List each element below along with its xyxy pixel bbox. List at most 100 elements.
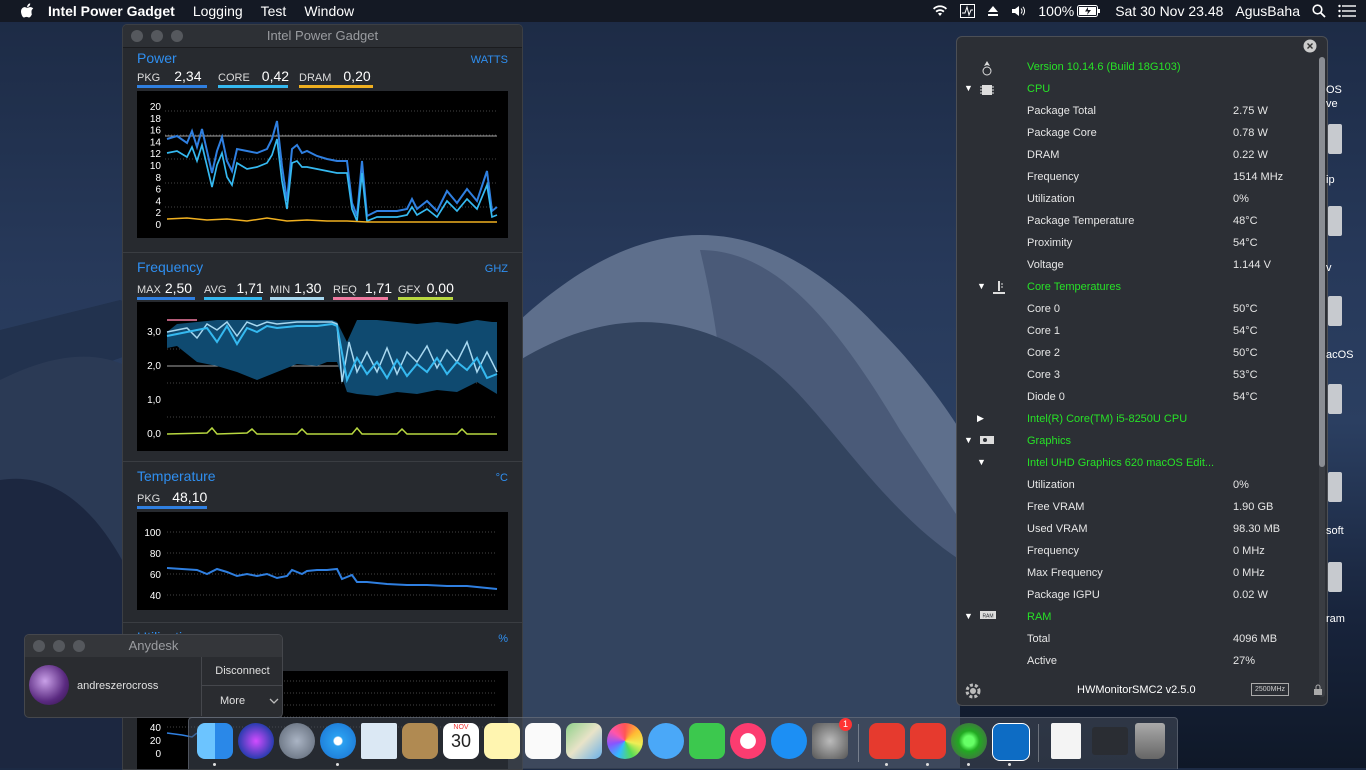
metric-gfx: GFX 0,00 <box>398 280 454 300</box>
disclosure-open-icon[interactable]: ▼ <box>977 281 986 291</box>
sensor-row: Max Frequency 0 MHz <box>957 563 1317 585</box>
sensor-label: CPU <box>1027 83 1051 95</box>
safari-icon[interactable] <box>320 723 356 759</box>
spotlight-search-icon[interactable] <box>1312 4 1326 18</box>
sensor-label: Core 2 <box>1027 347 1061 359</box>
running-indicator <box>967 763 970 766</box>
sensor-label: Free VRAM <box>1027 501 1085 513</box>
minimize-button[interactable] <box>151 30 163 42</box>
anydesk-icon[interactable] <box>869 723 905 759</box>
close-button[interactable] <box>33 640 45 652</box>
footer-label: HWMonitorSMC2 v2.5.0 <box>1077 684 1196 696</box>
disclosure-closed-icon[interactable]: ▶ <box>977 413 984 424</box>
notes-icon[interactable] <box>484 723 520 759</box>
power-graph: 20181614121086420 <box>137 91 508 238</box>
ram-icon: RAM <box>979 610 997 623</box>
disclosure-open-icon[interactable]: ▼ <box>964 611 973 621</box>
minimize-button[interactable] <box>53 640 65 652</box>
mail-icon[interactable] <box>361 723 397 759</box>
messages-icon[interactable] <box>648 723 684 759</box>
launchpad-icon[interactable] <box>279 723 315 759</box>
anydesk-titlebar[interactable]: Anydesk <box>25 635 282 657</box>
reminders-icon[interactable] <box>525 723 561 759</box>
sensor-value: 4096 MB <box>1233 633 1278 645</box>
activity-monitor-icon[interactable] <box>960 4 976 18</box>
anydesk-window: Anydesk andreszerocross Disconnect More <box>24 634 283 718</box>
sensor-group-row[interactable]: ▼ Core Temperatures <box>957 277 1317 299</box>
close-icon[interactable] <box>1303 39 1317 53</box>
disclosure-open-icon[interactable]: ▼ <box>964 435 973 445</box>
sensor-value: 0% <box>1233 193 1249 205</box>
document-icon[interactable] <box>1051 723 1081 759</box>
trash-icon[interactable] <box>1135 723 1165 759</box>
disclosure-open-icon[interactable]: ▼ <box>977 457 986 467</box>
close-button[interactable] <box>131 30 143 42</box>
wifi-icon[interactable] <box>932 5 948 17</box>
menu-clock[interactable]: Sat 30 Nov 23.48 <box>1115 3 1223 19</box>
contacts-icon[interactable] <box>402 723 438 759</box>
sensor-group-row[interactable]: ▼ Graphics <box>957 431 1317 453</box>
lock-icon[interactable] <box>1313 684 1323 696</box>
sensor-group-row[interactable]: ▼ RAM RAM <box>957 607 1317 629</box>
sensor-label: Frequency <box>1027 171 1079 183</box>
sensor-value: 50°C <box>1233 303 1258 315</box>
battery-percent[interactable]: 100% <box>1038 3 1074 19</box>
menu-logging[interactable]: Logging <box>193 3 243 19</box>
terminal-icon[interactable] <box>1092 727 1128 755</box>
app-store-icon[interactable] <box>771 723 807 759</box>
drive-icon[interactable] <box>1328 562 1342 592</box>
desktop-label: ram <box>1326 613 1345 625</box>
sensor-row: Package IGPU 0.02 W <box>957 585 1317 607</box>
zoom-button[interactable] <box>171 30 183 42</box>
window-titlebar[interactable]: Intel Power Gadget <box>123 25 522 48</box>
disconnect-button[interactable]: Disconnect <box>201 657 282 686</box>
desktop-label: ip <box>1326 174 1335 186</box>
drive-icon[interactable] <box>1328 384 1342 414</box>
sensor-value: 53°C <box>1233 369 1258 381</box>
facetime-icon[interactable] <box>689 723 725 759</box>
anydesk-2-icon[interactable] <box>910 723 946 759</box>
sensor-group-row[interactable]: ▼ Intel UHD Graphics 620 macOS Edit... <box>957 453 1317 475</box>
apple-icon[interactable] <box>20 3 34 19</box>
maps-icon[interactable] <box>566 723 602 759</box>
intel-power-gadget-icon[interactable] <box>992 723 1030 761</box>
y-tick-label: 2 <box>155 208 161 219</box>
sensor-group-row[interactable]: ▶ Intel(R) Core(TM) i5-8250U CPU <box>957 409 1317 431</box>
scrollbar[interactable] <box>1319 57 1325 697</box>
volume-icon[interactable] <box>1011 5 1026 17</box>
y-tick-label: 10 <box>150 161 162 172</box>
y-tick-label: 80 <box>150 549 162 560</box>
drive-icon[interactable] <box>1328 124 1342 154</box>
itunes-icon[interactable] <box>730 723 766 759</box>
sensor-value: 0.78 W <box>1233 127 1268 139</box>
running-indicator <box>213 763 216 766</box>
running-indicator <box>885 763 888 766</box>
gear-icon[interactable] <box>963 681 983 701</box>
section-unit: % <box>498 633 508 645</box>
sensor-group-row[interactable]: ▼ CPU <box>957 79 1317 101</box>
y-tick-label: 16 <box>150 126 162 137</box>
battery-icon[interactable] <box>1077 5 1101 17</box>
menu-user[interactable]: AgusBaha <box>1235 3 1300 19</box>
siri-icon[interactable] <box>238 723 274 759</box>
notification-center-icon[interactable] <box>1338 4 1356 18</box>
sensor-label: Used VRAM <box>1027 523 1088 535</box>
finder-icon[interactable] <box>197 723 233 759</box>
menu-test[interactable]: Test <box>261 3 287 19</box>
zoom-button[interactable] <box>73 640 85 652</box>
drive-icon[interactable] <box>1328 296 1342 326</box>
menu-window[interactable]: Window <box>304 3 354 19</box>
system-preferences-icon[interactable]: 1 <box>812 718 852 759</box>
menu-app-name[interactable]: Intel Power Gadget <box>48 3 175 19</box>
photos-icon[interactable] <box>607 723 643 759</box>
calendar-icon[interactable]: NOV 30 <box>443 723 479 759</box>
power-section: Power WATTS PKG 2,34 CORE 0,42 DRAM 0,20 20… <box>123 48 522 253</box>
hwmonitor-icon[interactable] <box>951 723 987 759</box>
desktop-label: acOS <box>1326 349 1354 361</box>
eject-icon[interactable] <box>987 5 999 17</box>
drive-icon[interactable] <box>1328 206 1342 236</box>
drive-icon[interactable] <box>1328 472 1342 502</box>
more-button[interactable]: More <box>201 686 282 716</box>
disclosure-open-icon[interactable]: ▼ <box>964 83 973 93</box>
sensor-row: DRAM 0.22 W <box>957 145 1317 167</box>
